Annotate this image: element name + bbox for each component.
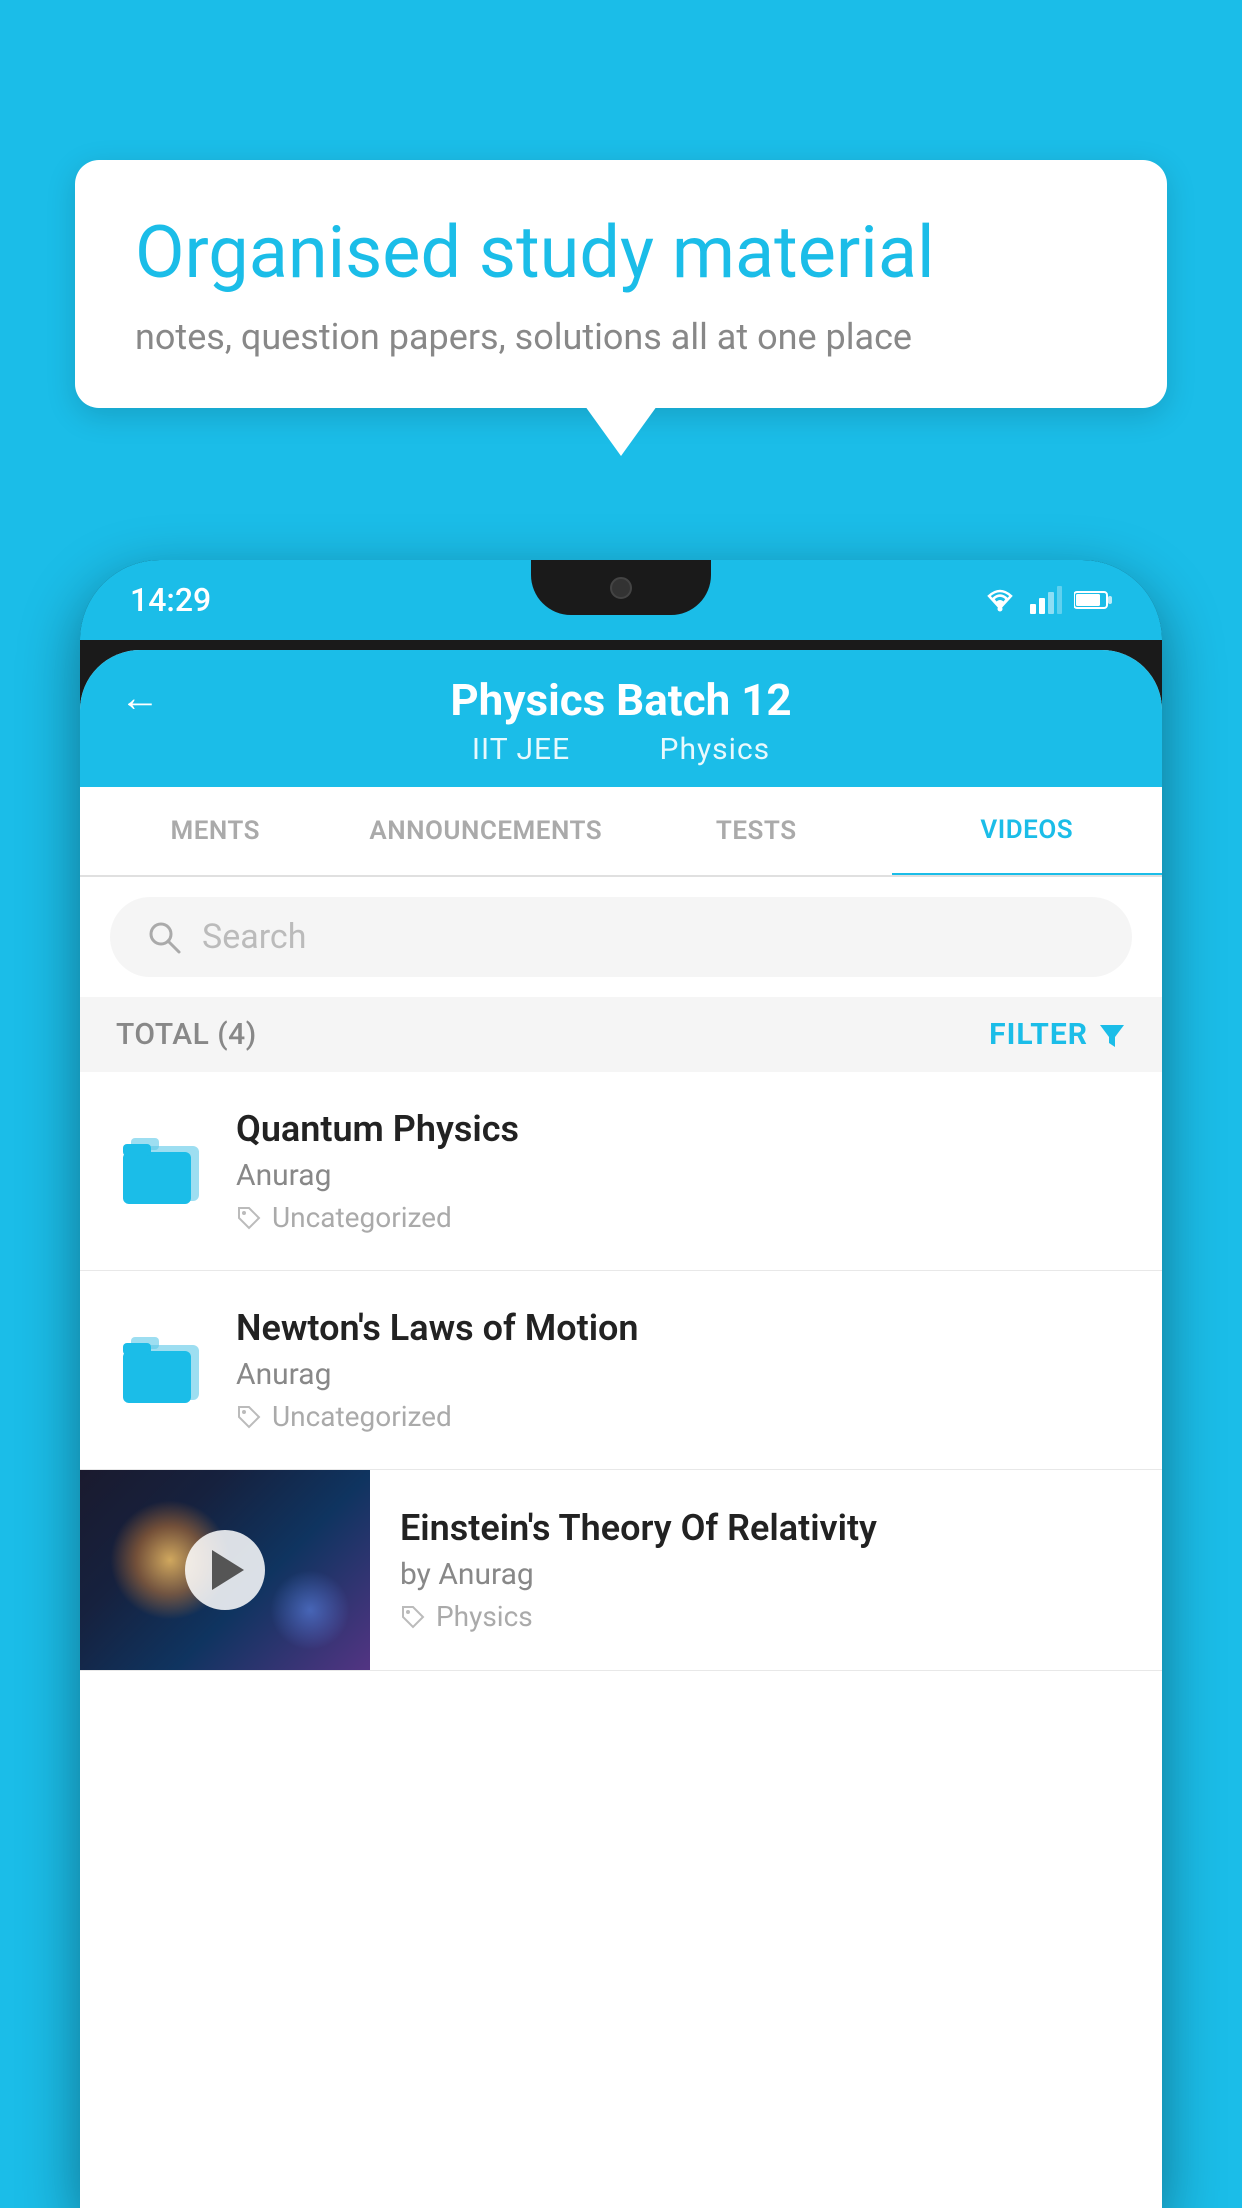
video-title: Newton's Laws of Motion xyxy=(236,1307,1126,1349)
tag-label: Physics xyxy=(436,1600,533,1633)
phone-inner: ← Physics Batch 12 IIT JEE Physics MENTS… xyxy=(80,650,1162,2208)
phone-frame: 14:29 xyxy=(80,560,1162,2208)
folder-icon xyxy=(121,1134,201,1209)
video-title: Einstein's Theory Of Relativity xyxy=(400,1507,1132,1549)
search-input-wrapper[interactable]: Search xyxy=(110,897,1132,977)
battery-icon xyxy=(1074,589,1112,611)
play-button[interactable] xyxy=(185,1530,265,1610)
tab-tests[interactable]: TESTS xyxy=(621,788,892,874)
folder-icon-wrap xyxy=(116,1126,206,1216)
phone-notch xyxy=(531,560,711,615)
search-icon xyxy=(146,919,182,955)
status-icons xyxy=(982,586,1112,614)
bubble-title: Organised study material xyxy=(135,210,1107,296)
folder-icon xyxy=(121,1333,201,1408)
tab-videos[interactable]: VIDEOS xyxy=(892,787,1163,877)
batch-title: Physics Batch 12 xyxy=(450,674,791,726)
total-count: TOTAL (4) xyxy=(116,1017,257,1052)
tab-ments[interactable]: MENTS xyxy=(80,788,351,874)
subtitle-physics: Physics xyxy=(660,732,771,767)
tag-label: Uncategorized xyxy=(272,1400,452,1433)
filter-icon xyxy=(1098,1021,1126,1049)
video-info: Newton's Laws of Motion Anurag Uncategor… xyxy=(236,1307,1126,1433)
filter-label: FILTER xyxy=(989,1017,1088,1052)
tab-announcements[interactable]: ANNOUNCEMENTS xyxy=(351,788,622,874)
play-triangle-icon xyxy=(212,1550,244,1590)
subtitle-iitjee: IIT JEE xyxy=(472,732,570,767)
video-thumbnail xyxy=(80,1470,370,1670)
folder-icon-wrap xyxy=(116,1325,206,1415)
tag-label: Uncategorized xyxy=(272,1201,452,1234)
video-author: by Anurag xyxy=(400,1557,1132,1592)
tabs-bar: MENTS ANNOUNCEMENTS TESTS VIDEOS xyxy=(80,787,1162,877)
list-item[interactable]: Quantum Physics Anurag Uncategorized xyxy=(80,1072,1162,1271)
search-container: Search xyxy=(80,877,1162,997)
signal-icon xyxy=(1030,586,1062,614)
bubble-subtitle: notes, question papers, solutions all at… xyxy=(135,316,1107,358)
search-placeholder: Search xyxy=(202,917,306,957)
video-info: Einstein's Theory Of Relativity by Anura… xyxy=(370,1477,1162,1663)
video-list: Quantum Physics Anurag Uncategorized xyxy=(80,1072,1162,2208)
video-author: Anurag xyxy=(236,1158,1126,1193)
speech-bubble: Organised study material notes, question… xyxy=(75,160,1167,408)
list-item[interactable]: Newton's Laws of Motion Anurag Uncategor… xyxy=(80,1271,1162,1470)
list-item[interactable]: Einstein's Theory Of Relativity by Anura… xyxy=(80,1470,1162,1671)
video-tag: Physics xyxy=(400,1600,1132,1633)
video-author: Anurag xyxy=(236,1357,1126,1392)
camera xyxy=(610,577,632,599)
subtitle-separator xyxy=(611,732,628,767)
status-bar: 14:29 xyxy=(80,560,1162,640)
video-tag: Uncategorized xyxy=(236,1400,1126,1433)
batch-subtitle: IIT JEE Physics xyxy=(456,732,786,767)
back-button[interactable]: ← xyxy=(120,674,160,721)
wifi-icon xyxy=(982,586,1018,614)
filter-button[interactable]: FILTER xyxy=(989,1017,1126,1052)
status-time: 14:29 xyxy=(130,581,211,619)
video-title: Quantum Physics xyxy=(236,1108,1126,1150)
video-tag: Uncategorized xyxy=(236,1201,1126,1234)
tag-icon xyxy=(236,1404,262,1430)
tag-icon xyxy=(400,1604,426,1630)
app-header: ← Physics Batch 12 IIT JEE Physics xyxy=(80,650,1162,787)
tag-icon xyxy=(236,1205,262,1231)
filter-bar: TOTAL (4) FILTER xyxy=(80,997,1162,1072)
video-info: Quantum Physics Anurag Uncategorized xyxy=(236,1108,1126,1234)
